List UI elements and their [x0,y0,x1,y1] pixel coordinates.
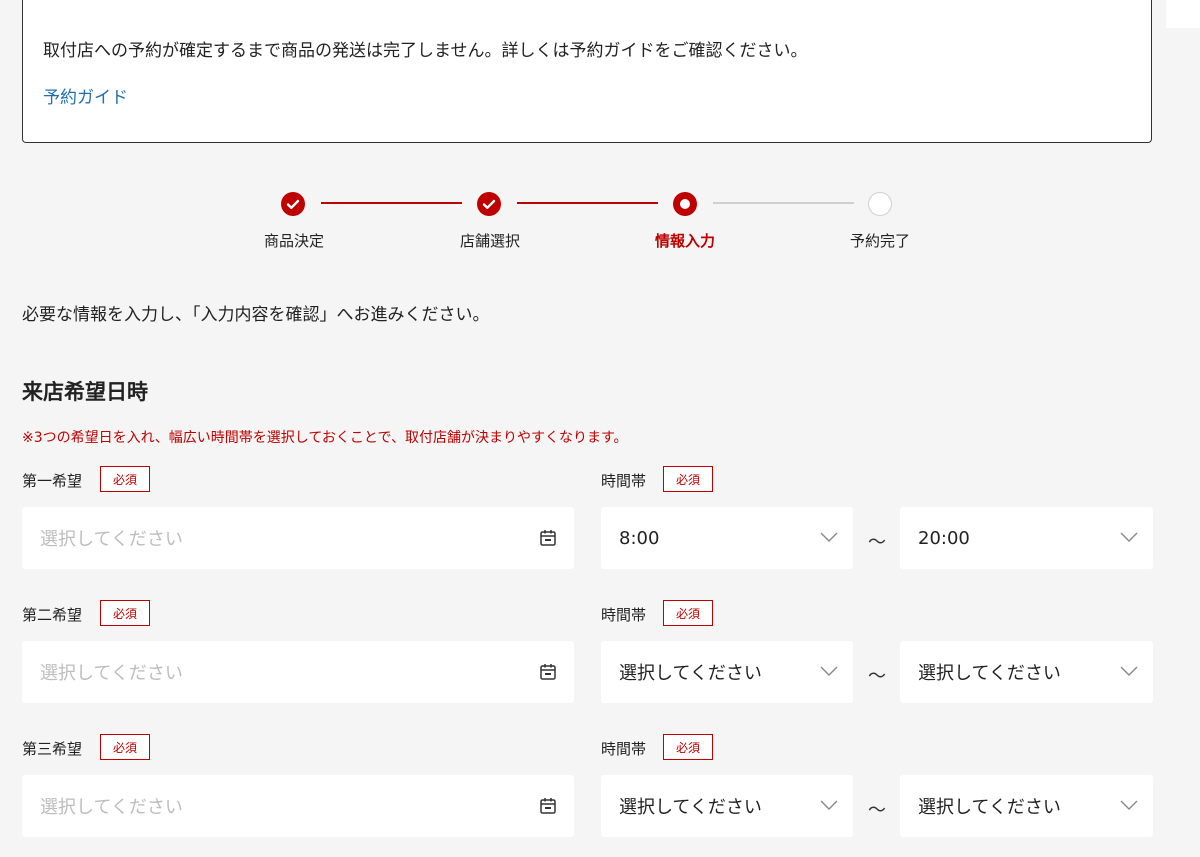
required-badge: 必須 [663,600,713,626]
calendar-icon [540,798,556,814]
preference-2-end-time-select[interactable]: 選択してください [900,641,1153,703]
step-label-1: 商品決定 [263,232,324,250]
step-label-4: 予約完了 [849,232,910,250]
preference-1-label: 第一希望 [22,472,83,490]
step-connector-1 [321,202,462,204]
range-separator: ～ [868,532,886,553]
chevron-down-icon [820,666,838,676]
required-badge: 必須 [663,466,713,492]
progress-stepper: 商品決定 店舗選択 情報入力 予約完了 [0,180,1200,260]
chevron-down-icon [1120,800,1138,810]
end-time-value: 選択してください [918,797,1061,818]
preference-3-label: 第三希望 [22,740,83,758]
preference-2-date-input[interactable]: 選択してください [22,641,574,703]
date-placeholder: 選択してください [40,797,183,818]
preference-1-date-input[interactable]: 選択してください [22,507,574,569]
calendar-icon [540,664,556,680]
section-title: 来店希望日時 [22,380,148,404]
date-placeholder: 選択してください [40,663,183,684]
chevron-down-icon [820,800,838,810]
required-badge: 必須 [100,466,150,492]
preference-3-date-input[interactable]: 選択してください [22,775,574,837]
start-time-value: 選択してください [619,797,762,818]
time-label-3: 時間帯 [601,740,647,758]
start-time-value: 8:00 [619,527,660,549]
end-time-value: 20:00 [918,527,970,549]
chevron-down-icon [1120,666,1138,676]
required-badge: 必須 [100,734,150,760]
range-separator: ～ [868,800,886,821]
check-icon [482,199,496,209]
notice-box: 取付店への予約が確定するまで商品の発送は完了しません。詳しくは予約ガイドをご確認… [22,0,1152,143]
step-1-check-icon [281,192,305,216]
preference-3-end-time-select[interactable]: 選択してください [900,775,1153,837]
step-4-pending-icon [868,192,892,216]
notice-text: 取付店への予約が確定するまで商品の発送は完了しません。詳しくは予約ガイドをご確認… [43,41,808,61]
step-2-check-icon [477,192,501,216]
preference-1-start-time-select[interactable]: 8:00 [601,507,853,569]
page-top-edge [1166,0,1200,28]
step-3-current-icon [673,192,697,216]
required-badge: 必須 [100,600,150,626]
time-label-2: 時間帯 [601,606,647,624]
preference-2-label: 第二希望 [22,606,83,624]
preference-1-end-time-select[interactable]: 20:00 [900,507,1153,569]
end-time-value: 選択してください [918,663,1061,684]
calendar-icon [540,530,556,546]
time-label-1: 時間帯 [601,472,647,490]
required-badge: 必須 [663,734,713,760]
preference-2-start-time-select[interactable]: 選択してください [601,641,853,703]
step-label-2: 店舗選択 [459,232,520,250]
chevron-down-icon [820,532,838,542]
step-label-3: 情報入力 [654,232,715,250]
start-time-value: 選択してください [619,663,762,684]
date-placeholder: 選択してください [40,529,183,550]
check-icon [286,199,300,209]
step-connector-2 [517,202,658,204]
section-hint: ※3つの希望日を入れ、幅広い時間帯を選択しておくことで、取付店舗が決まりやすくな… [22,430,628,446]
intro-text: 必要な情報を入力し、「入力内容を確認」へお進みください。 [22,305,490,325]
chevron-down-icon [1120,532,1138,542]
step-connector-3 [713,202,854,204]
preference-3-start-time-select[interactable]: 選択してください [601,775,853,837]
reservation-guide-link[interactable]: 予約ガイド [43,83,128,108]
range-separator: ～ [868,666,886,687]
